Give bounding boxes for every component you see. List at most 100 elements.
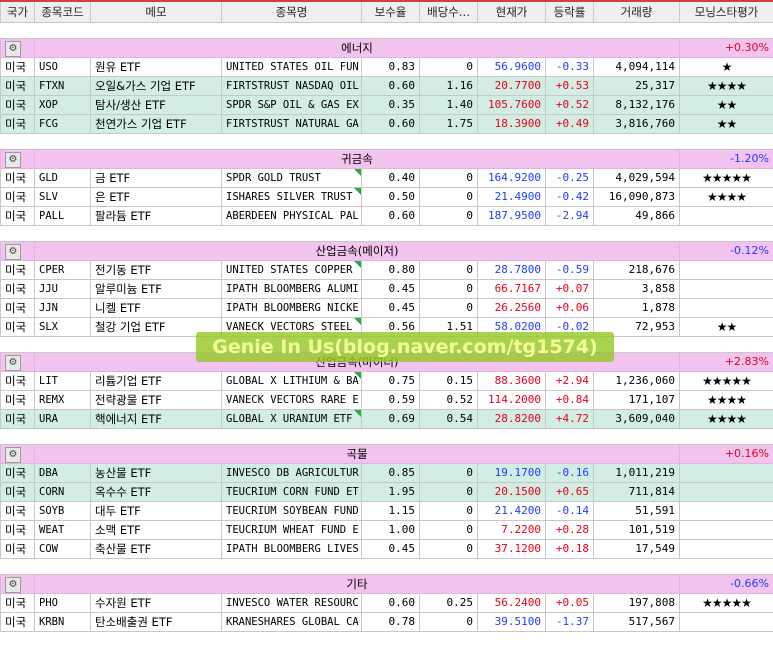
name-cell: GLOBAL X LITHIUM & BA — [221, 371, 362, 391]
volume-cell: 1,236,060 — [593, 371, 680, 391]
fee-cell: 0.60 — [361, 593, 420, 613]
name-cell: TEUCRIUM CORN FUND ET — [221, 482, 362, 502]
table-row[interactable]: 미국 PALL 팔라듐 ETF ABERDEEN PHYSICAL PAL 0.60 0 1… — [0, 206, 773, 226]
table-row[interactable]: 미국 LIT 리튬기업 ETF GLOBAL X LITHIUM & BA 0.75 0.… — [0, 371, 773, 391]
table-row[interactable]: 미국 SOYB 대두 ETF TEUCRIUM SOYBEAN FUND 1.15 0 21… — [0, 501, 773, 521]
rating-cell — [679, 612, 773, 632]
spacer-row — [0, 428, 773, 445]
section-title: 산업금속(메이저) — [34, 241, 680, 261]
col-header-code[interactable]: 종목코드 — [34, 0, 91, 23]
etf-table: 국가 종목코드 메모 종목명 보수율 배당수... 현재가 등락률 거래량 모닝… — [0, 0, 773, 632]
rate-cell: +0.05 — [545, 593, 594, 613]
volume-cell: 3,816,760 — [593, 114, 680, 134]
col-header-name[interactable]: 종목명 — [221, 0, 362, 23]
table-row[interactable]: 미국 PHO 수자원 ETF INVESCO WATER RESOURC 0.60 0.2… — [0, 593, 773, 613]
price-cell: 164.9200 — [477, 168, 546, 188]
code-cell: FTXN — [34, 76, 91, 96]
price-cell: 7.2200 — [477, 520, 546, 540]
volume-cell: 197,808 — [593, 593, 680, 613]
table-row[interactable]: 미국 COW 축산물 ETF IPATH BLOOMBERG LIVES 0.45 0 37… — [0, 539, 773, 559]
table-row[interactable]: 미국 JJU 알루미늄 ETF IPATH BLOOMBERG ALUMI 0.45 0 6… — [0, 279, 773, 299]
spacer-cell — [0, 133, 773, 150]
price-cell: 56.2400 — [477, 593, 546, 613]
volume-cell: 3,858 — [593, 279, 680, 299]
dividend-cell: 0.52 — [419, 390, 478, 410]
rate-cell: -2.94 — [545, 206, 594, 226]
dividend-cell: 0 — [419, 612, 478, 632]
price-cell: 21.4200 — [477, 501, 546, 521]
table-row[interactable]: 미국 KRBN 탄소배출권 ETF KRANESHARES GLOBAL CA 0.78… — [0, 612, 773, 632]
col-header-memo[interactable]: 메모 — [90, 0, 222, 23]
code-cell: COW — [34, 539, 91, 559]
price-cell: 19.1700 — [477, 463, 546, 483]
table-row[interactable]: 미국 WEAT 소맥 ETF TEUCRIUM WHEAT FUND E 1.00 0 7.… — [0, 520, 773, 540]
rating-cell — [679, 206, 773, 226]
country-cell: 미국 — [0, 95, 35, 115]
volume-cell: 711,814 — [593, 482, 680, 502]
dividend-cell: 1.16 — [419, 76, 478, 96]
memo-cell: 옥수수 ETF — [90, 482, 222, 502]
table-row[interactable]: 미국 CPER 전기동 ETF UNITED STATES COPPER 0.80 0 28… — [0, 260, 773, 280]
code-cell: SLX — [34, 317, 91, 337]
price-cell: 187.9500 — [477, 206, 546, 226]
country-cell: 미국 — [0, 279, 35, 299]
rating-cell — [679, 463, 773, 483]
rating-cell: ★★★★ — [679, 409, 773, 429]
gear-icon[interactable]: ⚙ — [5, 40, 21, 57]
rate-cell: -0.14 — [545, 501, 594, 521]
memo-cell: 리튬기업 ETF — [90, 371, 222, 391]
col-header-rating[interactable]: 모닝스타평가 — [679, 0, 773, 23]
col-header-volume[interactable]: 거래량 — [593, 0, 680, 23]
rating-cell — [679, 298, 773, 318]
col-header-price[interactable]: 현재가 — [477, 0, 546, 23]
table-row[interactable]: 미국 REMX 전략광물 ETF VANECK VECTORS RARE E 0.59 0… — [0, 390, 773, 410]
col-header-rate[interactable]: 등락률 — [545, 0, 594, 23]
rate-cell: +2.94 — [545, 371, 594, 391]
gear-icon[interactable]: ⚙ — [5, 446, 21, 463]
spacer-row — [0, 225, 773, 242]
fee-cell: 0.35 — [361, 95, 420, 115]
table-row[interactable]: 미국 JJN 니켈 ETF IPATH BLOOMBERG NICKE 0.45 0 26.… — [0, 298, 773, 318]
col-header-dividend[interactable]: 배당수... — [419, 0, 478, 23]
col-header-country[interactable]: 국가 — [0, 0, 35, 23]
memo-cell: 축산물 ETF — [90, 539, 222, 559]
table-row[interactable]: 미국 XOP 탐사/생산 ETF SPDR S&P OIL & GAS EX 0.35 1… — [0, 95, 773, 115]
table-row[interactable]: 미국 CORN 옥수수 ETF TEUCRIUM CORN FUND ET 1.95 0 2… — [0, 482, 773, 502]
price-cell: 20.1500 — [477, 482, 546, 502]
volume-cell: 1,878 — [593, 298, 680, 318]
rate-cell: +0.28 — [545, 520, 594, 540]
dividend-cell: 0 — [419, 279, 478, 299]
table-row[interactable]: 미국 FTXN 오일&가스 기업 ETF FIRTSTRUST NASDAQ OIL 0… — [0, 76, 773, 96]
table-row[interactable]: 미국 FCG 천연가스 기업 ETF FIRTSTRUST NATURAL GA 0.6… — [0, 114, 773, 134]
volume-cell: 25,317 — [593, 76, 680, 96]
gear-icon[interactable]: ⚙ — [5, 576, 21, 593]
table-row[interactable]: 미국 URA 핵에너지 ETF GLOBAL X URANIUM ETF 0.69 0.5… — [0, 409, 773, 429]
name-cell: FIRTSTRUST NASDAQ OIL — [221, 76, 362, 96]
table-row[interactable]: 미국 GLD 금 ETF SPDR GOLD TRUST 0.40 0 164.9200 -0… — [0, 168, 773, 188]
col-header-fee[interactable]: 보수율 — [361, 0, 420, 23]
country-cell: 미국 — [0, 371, 35, 391]
section-settings-cell: ⚙ — [0, 38, 35, 58]
section-header-row: ⚙ 산업금속(메이저) -0.12% — [0, 241, 773, 261]
code-cell: KRBN — [34, 612, 91, 632]
rating-cell — [679, 482, 773, 502]
country-cell: 미국 — [0, 260, 35, 280]
rate-cell: +0.07 — [545, 279, 594, 299]
table-row[interactable]: 미국 USO 원유 ETF UNITED STATES OIL FUN 0.83 0 56.… — [0, 57, 773, 77]
country-cell: 미국 — [0, 187, 35, 207]
fee-cell: 1.95 — [361, 482, 420, 502]
dividend-cell: 0 — [419, 520, 478, 540]
section-change: +0.16% — [679, 444, 773, 464]
gear-icon[interactable]: ⚙ — [5, 354, 21, 371]
memo-cell: 핵에너지 ETF — [90, 409, 222, 429]
memo-cell: 탐사/생산 ETF — [90, 95, 222, 115]
table-row[interactable]: 미국 SLV 은 ETF ISHARES SILVER TRUST 0.50 0 21.49… — [0, 187, 773, 207]
dividend-cell: 0 — [419, 298, 478, 318]
gear-icon[interactable]: ⚙ — [5, 243, 21, 260]
fee-cell: 0.78 — [361, 612, 420, 632]
dividend-cell: 0.54 — [419, 409, 478, 429]
name-cell: KRANESHARES GLOBAL CA — [221, 612, 362, 632]
table-row[interactable]: 미국 DBA 농산물 ETF INVESCO DB AGRICULTUR 0.85 0 19… — [0, 463, 773, 483]
fee-cell: 0.40 — [361, 168, 420, 188]
gear-icon[interactable]: ⚙ — [5, 151, 21, 168]
